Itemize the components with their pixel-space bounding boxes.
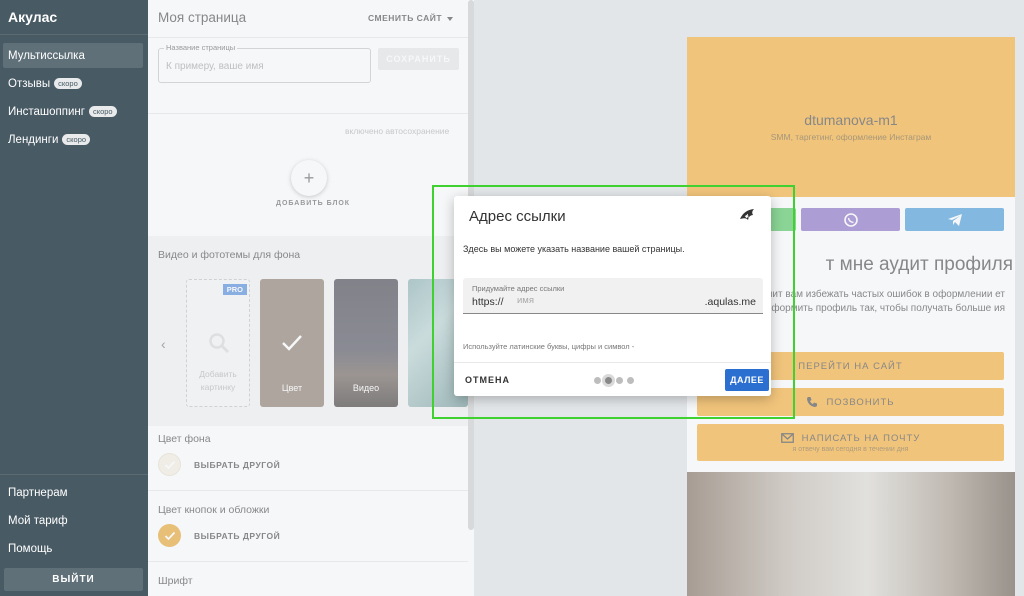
sidebar-item-reviews[interactable]: Отзывы скоро	[3, 71, 143, 96]
sidebar-item-label: Мультиссылка	[8, 49, 85, 62]
soon-badge: скоро	[62, 134, 91, 145]
divider	[0, 474, 148, 475]
sidebar-item-landings[interactable]: Лендинги скоро	[3, 127, 143, 152]
soon-badge: скоро	[54, 78, 82, 89]
sidebar-link-partners[interactable]: Партнерам	[8, 487, 68, 499]
soon-badge: скоро	[88, 106, 117, 117]
sidebar-item-label: Инсташоппинг	[8, 105, 85, 118]
brand-logo[interactable]: Акулас	[8, 9, 57, 25]
sidebar-item-label: Лендинги	[8, 133, 59, 146]
logout-button[interactable]: ВЫЙТИ	[4, 568, 143, 591]
sidebar-item-label: Отзывы	[8, 77, 51, 90]
sidebar-item-instashopping[interactable]: Инсташоппинг скоро	[3, 99, 143, 124]
divider	[0, 34, 148, 35]
sidebar: Акулас Мультиссылка Отзывы скоро Инсташо…	[0, 0, 148, 596]
sidebar-item-multilink[interactable]: Мультиссылка	[3, 43, 143, 68]
sidebar-link-help[interactable]: Помощь	[8, 543, 52, 555]
highlight-box	[432, 185, 795, 419]
sidebar-link-my-plan[interactable]: Мой тариф	[8, 515, 68, 527]
